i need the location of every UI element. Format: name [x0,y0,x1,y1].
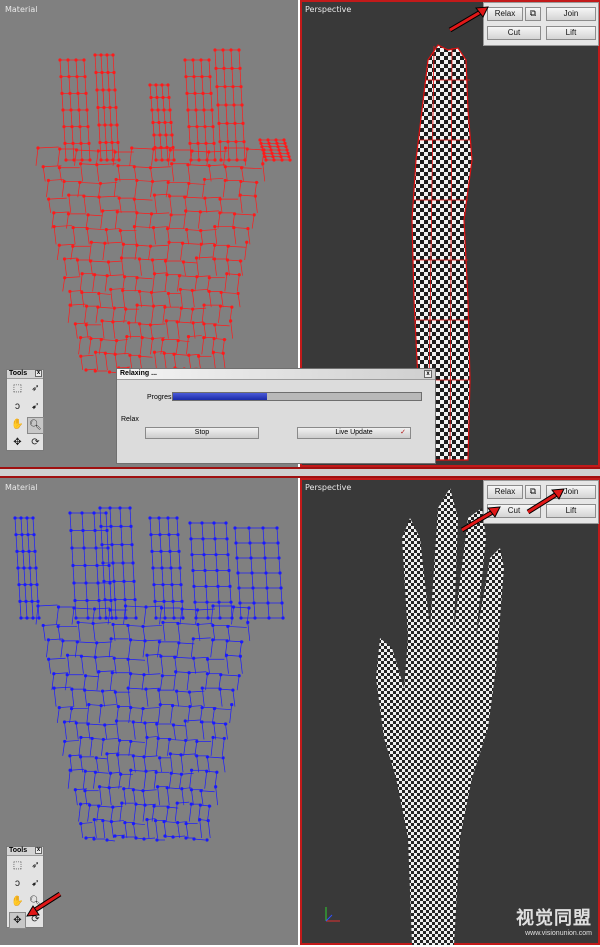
progress-bar [172,392,422,401]
stop-button[interactable]: Stop [145,427,259,439]
uv-edit-panel: Relax ⧉ Join Cut Lift [483,2,599,46]
material-viewport-bottom[interactable]: Material [0,478,298,945]
close-icon[interactable]: x [35,847,42,854]
viewport-label: Material [5,483,38,492]
viewport-label: Perspective [305,483,352,492]
rotate-icon[interactable]: ⟳ [27,435,44,452]
uv-mesh-blue[interactable] [0,478,298,945]
section-divider [0,467,600,478]
split-icon[interactable]: ⧉ [525,7,541,21]
relax-button[interactable]: Relax [487,7,523,21]
watermark-title: 视觉同盟 [516,908,592,929]
watermark: 视觉同盟 www.visionunion.com [516,904,592,937]
pointer-icon[interactable]: ➶ [27,381,44,398]
join-button[interactable]: Join [546,7,596,21]
checkmark-icon: ✓ [400,429,406,436]
relaxing-dialog: Relaxing ... x Progress: Relax Stop Live … [116,368,436,464]
move-icon[interactable]: ✥ [9,435,26,452]
axis-gizmo-icon [325,907,340,922]
viewport-label: Perspective [305,5,352,14]
viewport-label: Material [5,5,38,14]
rect-select-icon[interactable]: ⬚ [9,381,26,398]
annotation-arrow-icon [526,488,565,515]
close-icon[interactable]: x [424,370,432,378]
pointer-arrow-icon[interactable]: ➹ [27,399,44,416]
close-icon[interactable]: x [35,370,42,377]
watermark-url: www.visionunion.com [525,930,592,937]
annotation-arrow-icon [26,891,62,917]
cut-button[interactable]: Cut [487,26,541,40]
live-update-label: Live Update [335,429,373,436]
progress-fill [173,393,268,400]
hand-pan-icon[interactable]: ✋ [9,417,26,434]
tools-title: Tools x [7,847,43,856]
hand-model-bottom [376,488,504,945]
pointer-icon[interactable]: ➶ [27,858,44,875]
perspective-viewport-bottom[interactable]: Perspective Relax ⧉ Join Cut Lift 视觉同盟 w… [300,478,600,945]
relax-group-label: Relax [121,416,139,423]
zoom-icon[interactable]: 🔍︎ [27,417,44,434]
relax-button[interactable]: Relax [487,485,523,499]
tools-title: Tools x [7,370,43,379]
annotation-arrow-icon [448,6,489,33]
rect-select-icon[interactable]: ⬚ [9,858,26,875]
lasso-icon[interactable]: ↄ [9,399,26,416]
dialog-title: Relaxing ... x [117,369,435,380]
live-update-toggle[interactable]: Live Update ✓ [297,427,411,439]
annotation-arrow-icon [460,506,501,533]
lift-button[interactable]: Lift [546,26,596,40]
tools-palette-top: Tools x ⬚ ➶ ↄ ➹ ✋ 🔍︎ ✥ ⟳ [6,369,44,451]
